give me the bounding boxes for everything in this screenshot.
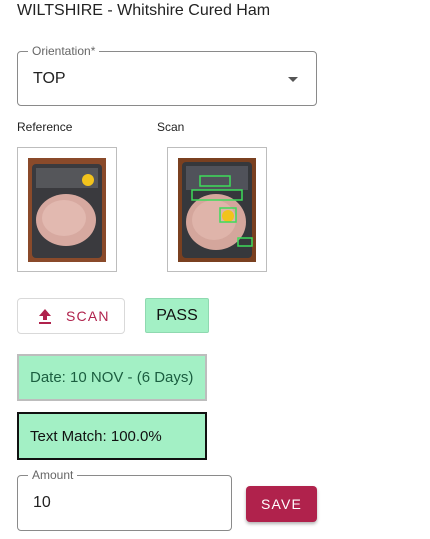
pass-badge: PASS [145,298,209,333]
amount-field[interactable]: Amount [17,468,232,531]
scan-button-label: SCAN [66,308,110,324]
orientation-select[interactable]: Orientation* TOP [17,44,317,106]
reference-image[interactable] [17,147,117,272]
text-match-result: Text Match: 100.0% [17,412,207,460]
chevron-down-icon[interactable] [288,77,298,82]
orientation-value: TOP [33,70,66,87]
save-button[interactable]: SAVE [246,486,317,522]
reference-label: Reference [17,120,73,134]
orientation-label: Orientation* [28,44,100,58]
scan-image[interactable] [167,147,267,272]
date-check-result: Date: 10 NOV - (6 Days) [17,354,207,401]
scan-button[interactable]: SCAN [17,298,125,334]
upload-icon [39,309,51,324]
amount-input[interactable] [33,494,213,512]
scan-label: Scan [157,120,185,134]
product-title: WILTSHIRE - Whitshire Cured Ham [17,2,271,19]
amount-label: Amount [28,468,78,482]
